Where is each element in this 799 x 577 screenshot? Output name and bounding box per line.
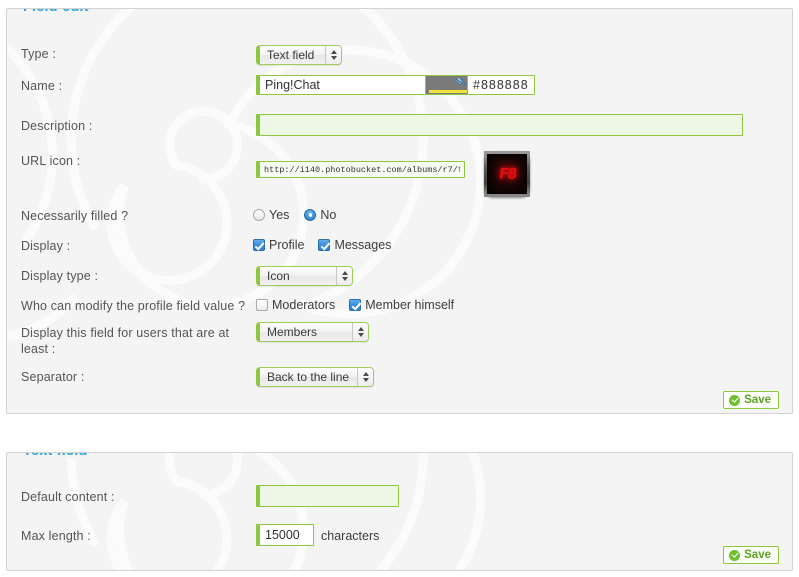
save-button-text-field[interactable]: Save — [723, 546, 779, 564]
label-display: Display : — [21, 239, 71, 253]
chevron-updown-icon — [357, 368, 373, 386]
panel-legend-text-field: Text field — [19, 453, 94, 459]
max-length-suffix: characters — [321, 529, 380, 543]
checkbox-member-himself-label: Member himself — [365, 298, 455, 312]
row-description: Description : — [21, 119, 253, 134]
swatch-color-strip — [429, 90, 467, 93]
select-display-type[interactable]: Icon — [256, 266, 353, 286]
checkbox-checked-icon — [349, 299, 362, 311]
icon-preview-glyph: F8 — [497, 165, 517, 183]
color-swatch-button[interactable] — [426, 75, 471, 95]
name-color-input[interactable] — [467, 75, 535, 95]
row-users-at-least: Display this field for users that are at… — [21, 325, 249, 357]
checkbox-moderators[interactable]: Moderators — [256, 298, 335, 312]
label-display-type: Display type : — [21, 269, 99, 283]
page-root: Field edit Type : Text field Name : — [0, 0, 799, 577]
checkbox-checked-icon — [253, 239, 265, 251]
chevron-updown-icon — [336, 267, 352, 285]
row-url-icon: URL icon : — [21, 154, 253, 169]
label-users-at-least: Display this field for users that are at… — [21, 326, 230, 356]
checkgroup-display: Profile Messages — [253, 238, 391, 252]
save-button-field-edit[interactable]: Save — [723, 391, 779, 409]
row-type: Type : — [21, 47, 253, 62]
max-length-input[interactable] — [256, 524, 314, 546]
row-name: Name : — [21, 79, 253, 94]
select-users-at-least-value: Members — [267, 325, 318, 339]
label-max-length: Max length : — [21, 529, 91, 543]
checkbox-display-profile[interactable]: Profile — [253, 238, 304, 252]
panel-field-edit: Field edit Type : Text field Name : — [6, 8, 793, 414]
select-type[interactable]: Text field — [256, 45, 342, 65]
label-who-can-modify: Who can modify the profile field value ? — [21, 299, 246, 313]
default-content-input[interactable] — [256, 485, 399, 507]
select-separator-value: Back to the line — [267, 370, 350, 384]
label-description: Description : — [21, 119, 93, 133]
label-type: Type : — [21, 47, 56, 61]
row-necessarily-filled: Necessarily filled ? — [21, 209, 253, 224]
row-display-type: Display type : — [21, 269, 253, 284]
row-separator: Separator : — [21, 370, 253, 385]
label-url-icon: URL icon : — [21, 154, 81, 168]
radio-necessarily-yes[interactable]: Yes — [253, 208, 289, 222]
check-circle-icon — [729, 549, 741, 561]
description-input[interactable] — [256, 114, 743, 136]
checkbox-member-himself[interactable]: Member himself — [349, 298, 454, 312]
check-circle-icon — [729, 394, 741, 406]
radio-necessarily-no[interactable]: No — [304, 208, 336, 222]
save-button-label: Save — [744, 549, 771, 561]
radio-necessarily-no-label: No — [320, 208, 337, 222]
checkbox-checked-icon — [318, 239, 331, 251]
checkgroup-who-can-modify: Moderators Member himself — [256, 298, 454, 312]
select-type-value: Text field — [267, 48, 315, 62]
checkbox-unchecked-icon — [256, 299, 268, 311]
checkbox-display-profile-label: Profile — [269, 238, 305, 252]
row-who-can-modify: Who can modify the profile field value ? — [21, 299, 257, 314]
radio-necessarily-yes-label: Yes — [269, 208, 290, 222]
label-default-content: Default content : — [21, 490, 115, 504]
row-max-length: Max length : — [21, 529, 253, 544]
radio-circle-selected-icon — [304, 209, 317, 221]
checkbox-moderators-label: Moderators — [272, 298, 336, 312]
select-users-at-least[interactable]: Members — [256, 322, 369, 342]
panel-text-field: Text field Default content : Max length … — [6, 452, 793, 571]
select-display-type-value: Icon — [267, 269, 290, 283]
name-input[interactable] — [256, 75, 426, 95]
row-default-content: Default content : — [21, 490, 253, 505]
url-icon-input[interactable] — [256, 161, 465, 178]
radiogroup-necessarily-filled: Yes No — [253, 208, 336, 222]
label-necessarily-filled: Necessarily filled ? — [21, 209, 129, 223]
icon-preview-image: F8 — [484, 151, 530, 197]
save-button-label: Save — [744, 394, 771, 406]
label-separator: Separator : — [21, 370, 85, 384]
select-separator[interactable]: Back to the line — [256, 367, 374, 387]
radio-circle-icon — [253, 209, 265, 221]
checkbox-display-messages[interactable]: Messages — [318, 238, 391, 252]
label-name: Name : — [21, 79, 63, 93]
chevron-updown-icon — [352, 323, 368, 341]
checkbox-display-messages-label: Messages — [334, 238, 392, 252]
panel-legend-field-edit: Field edit — [19, 9, 95, 15]
chevron-updown-icon — [325, 46, 341, 64]
row-display: Display : — [21, 239, 253, 254]
